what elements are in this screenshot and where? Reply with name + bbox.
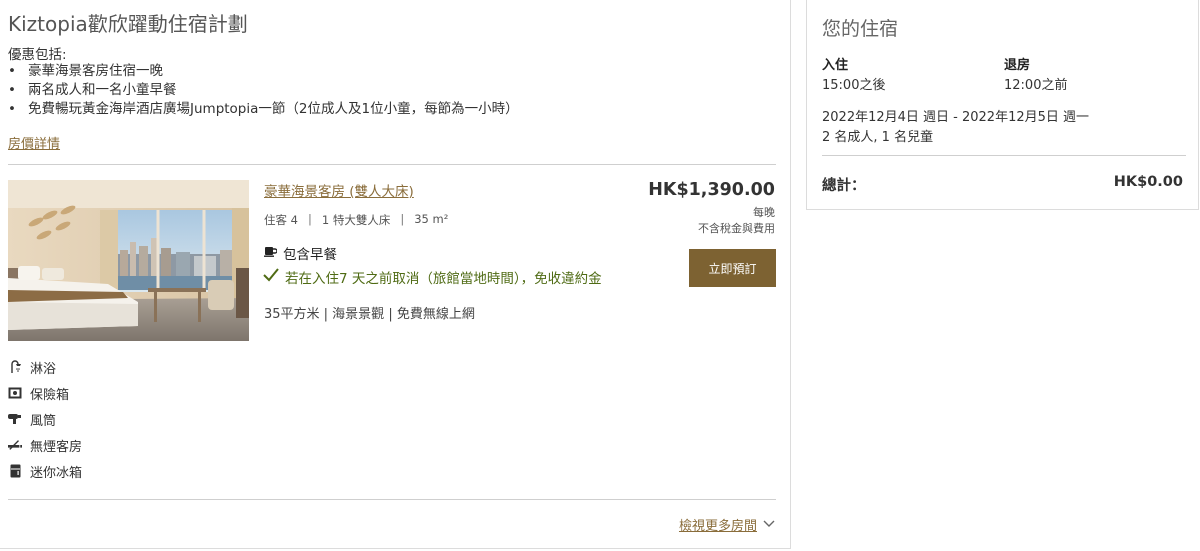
per-night-label: 每晚 — [753, 206, 775, 219]
shower-icon — [8, 360, 22, 374]
rate-details-link[interactable]: 房價詳情 — [8, 133, 60, 152]
offer-item: 兩名成人和一名小童早餐 — [8, 81, 519, 100]
amenity-item: 淋浴 — [8, 354, 82, 380]
divider — [8, 499, 776, 500]
plan-title: Kiztopia歡欣躍動住宿計劃 — [8, 12, 248, 36]
no-smoking-icon — [8, 438, 22, 452]
offers-heading: 優惠包括: — [8, 47, 67, 63]
checkout-label: 退房 — [1004, 58, 1031, 73]
breakfast-label: 包含早餐 — [283, 247, 337, 263]
amenity-item: 迷你冰箱 — [8, 458, 82, 484]
coffee-cup-icon — [264, 245, 278, 261]
offer-item: 豪華海景客房住宿一晚 — [8, 62, 519, 81]
rate-plan-panel: Kiztopia歡欣躍動住宿計劃 優惠包括: 豪華海景客房住宿一晚 兩名成人和一… — [0, 0, 791, 549]
checkin-time: 15:00之後 — [822, 78, 886, 93]
breakfast-info: 包含早餐 — [264, 243, 337, 263]
amenity-label: 淋浴 — [30, 361, 57, 377]
spec-separator: | — [400, 212, 405, 226]
amenities-list: 淋浴 保險箱 風筒 無煙客房 迷你冰箱 — [8, 354, 82, 484]
stay-dates: 2022年12月4日 週日 - 2022年12月5日 週一 — [822, 110, 1090, 125]
amenity-label: 迷你冰箱 — [30, 465, 83, 481]
guest-count: 2 名成人, 1 名兒童 — [822, 130, 934, 145]
amenity-label: 無煙客房 — [30, 439, 83, 455]
room-features: 35平方米 | 海景景觀 | 免費無線上網 — [264, 307, 475, 322]
safe-icon — [8, 386, 22, 400]
your-stay-panel: 您的住宿 入住 15:00之後 退房 12:00之前 2022年12月4日 週日… — [806, 0, 1199, 210]
total-value: HK$0.00 — [1113, 174, 1183, 190]
view-more-rooms-link[interactable]: 檢視更多房間 — [679, 515, 775, 534]
divider — [822, 155, 1186, 156]
hairdryer-icon — [8, 412, 22, 426]
offer-item: 免費暢玩黃金海岸酒店廣場Jumptopia一節（2位成人及1位小童，每節為一小時… — [8, 100, 519, 119]
divider — [8, 164, 776, 165]
amenity-item: 風筒 — [8, 406, 82, 432]
room-occupancy: 住客 4 — [264, 213, 298, 227]
cancel-policy: 若在入住7 天之前取消（旅館當地時間），免收違約金 — [262, 267, 602, 287]
amenity-item: 保險箱 — [8, 380, 82, 406]
tax-note: 不含稅金與費用 — [698, 222, 775, 235]
amenity-label: 保險箱 — [30, 387, 70, 403]
amenity-label: 風筒 — [30, 413, 57, 429]
chevron-down-icon — [763, 517, 775, 532]
checkmark-icon — [262, 267, 280, 287]
cancel-policy-text: 若在入住7 天之前取消（旅館當地時間），免收違約金 — [285, 271, 602, 287]
room-name-link[interactable]: 豪華海景客房 (雙人大床) — [264, 180, 414, 200]
checkin-label: 入住 — [822, 58, 849, 73]
amenity-item: 無煙客房 — [8, 432, 82, 458]
room-photo[interactable] — [8, 180, 249, 341]
room-specs: 住客 4 | 1 特大雙人床 | 35 m² — [264, 212, 448, 228]
checkout-time: 12:00之前 — [1004, 78, 1068, 93]
spec-separator: | — [307, 212, 312, 226]
stay-title: 您的住宿 — [822, 18, 899, 40]
room-price: HK$1,390.00 — [648, 180, 775, 200]
minibar-icon — [8, 464, 22, 478]
room-photo-image — [8, 180, 249, 341]
room-size: 35 m² — [414, 212, 449, 226]
offers-list: 豪華海景客房住宿一晚 兩名成人和一名小童早餐 免費暢玩黃金海岸酒店廣場Jumpt… — [8, 62, 519, 119]
total-label: 總計： — [822, 178, 866, 194]
book-now-button[interactable]: 立即預訂 — [689, 249, 776, 287]
view-more-rooms-label: 檢視更多房間 — [678, 519, 757, 534]
room-bed: 1 特大雙人床 — [321, 213, 391, 227]
